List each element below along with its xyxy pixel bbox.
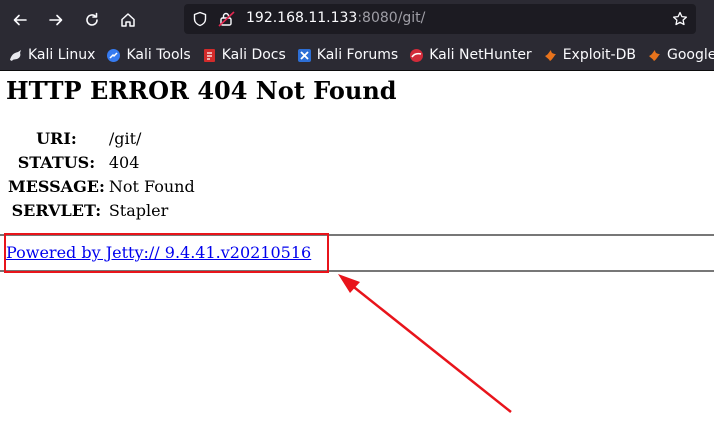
- annotation-arrow: [338, 274, 512, 413]
- annotation-arrow-shaft: [349, 283, 512, 413]
